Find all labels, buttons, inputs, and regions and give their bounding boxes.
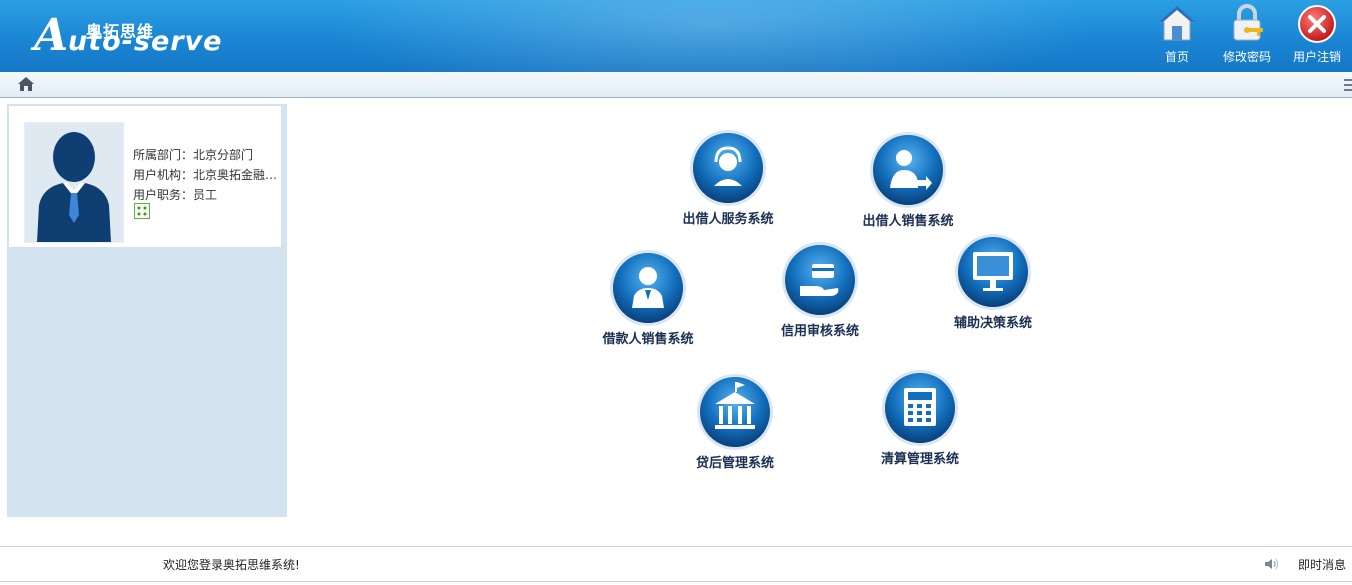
system-decision-support[interactable]: 辅助决策系统 <box>938 232 1048 331</box>
home-button[interactable]: 首页 <box>1145 2 1209 68</box>
menu-icon[interactable] <box>1344 78 1352 92</box>
calculator-icon <box>880 368 960 448</box>
system-borrower-sales[interactable]: 借款人销售系统 <box>594 248 702 347</box>
card-hand-icon <box>780 240 860 320</box>
system-settlement[interactable]: 清算管理系统 <box>866 368 974 467</box>
monitor-icon <box>953 232 1033 312</box>
left-panel: 所属部门：北京分部门 用户机构：北京奥拓金融… 用户职务：员工 <box>7 104 287 517</box>
system-name: 贷后管理系统 <box>695 456 774 471</box>
header-decoration <box>260 0 1160 72</box>
instant-message-link[interactable]: 即时消息 <box>1298 556 1346 573</box>
qr-code-icon[interactable] <box>134 203 150 219</box>
speaker-icon[interactable] <box>1264 557 1280 571</box>
system-name: 信用审核系统 <box>780 324 859 339</box>
headset-agent-icon <box>688 128 768 208</box>
close-icon <box>1297 4 1337 44</box>
logo-initial: A <box>34 10 69 61</box>
logo-english: uto-serve <box>68 26 223 57</box>
user-position: 用户职务：员工 <box>133 188 218 202</box>
change-password-button[interactable]: 修改密码 <box>1215 2 1279 68</box>
system-name: 清算管理系统 <box>880 452 959 467</box>
change-password-label: 修改密码 <box>1222 50 1271 64</box>
lock-key-icon <box>1227 4 1267 44</box>
user-organization: 用户机构：北京奥拓金融… <box>133 168 278 182</box>
toolbar <box>0 72 1352 98</box>
welcome-message: 欢迎您登录奥拓思维系统! <box>163 558 300 572</box>
system-lender-service[interactable]: 出借人服务系统 <box>674 128 782 227</box>
logout-label: 用户注销 <box>1292 50 1341 64</box>
home-icon[interactable] <box>17 76 35 92</box>
bank-building-icon <box>695 372 775 452</box>
system-name: 出借人销售系统 <box>862 214 954 229</box>
system-name: 出借人服务系统 <box>682 212 774 227</box>
system-name: 辅助决策系统 <box>953 316 1032 331</box>
avatar <box>24 122 124 243</box>
system-name: 借款人销售系统 <box>602 332 694 347</box>
system-lender-sales[interactable]: 出借人销售系统 <box>854 130 962 229</box>
user-card: 所属部门：北京分部门 用户机构：北京奥拓金融… 用户职务：员工 <box>9 106 281 247</box>
logout-button[interactable]: 用户注销 <box>1285 2 1349 68</box>
top-header: A 奥拓思维 uto-serve 首页 修改密码 用户注销 <box>0 0 1352 72</box>
home-button-label: 首页 <box>1164 50 1189 64</box>
user-department: 所属部门：北京分部门 <box>133 148 254 162</box>
status-bar: 欢迎您登录奥拓思维系统! 即时消息 <box>0 546 1352 582</box>
person-badge-icon <box>608 248 688 328</box>
system-credit-review[interactable]: 信用审核系统 <box>766 240 874 339</box>
person-arrow-icon <box>868 130 948 210</box>
user-info: 所属部门：北京分部门 用户机构：北京奥拓金融… 用户职务：员工 <box>133 145 279 205</box>
system-post-loan[interactable]: 贷后管理系统 <box>681 372 789 471</box>
home-icon <box>1157 4 1197 44</box>
